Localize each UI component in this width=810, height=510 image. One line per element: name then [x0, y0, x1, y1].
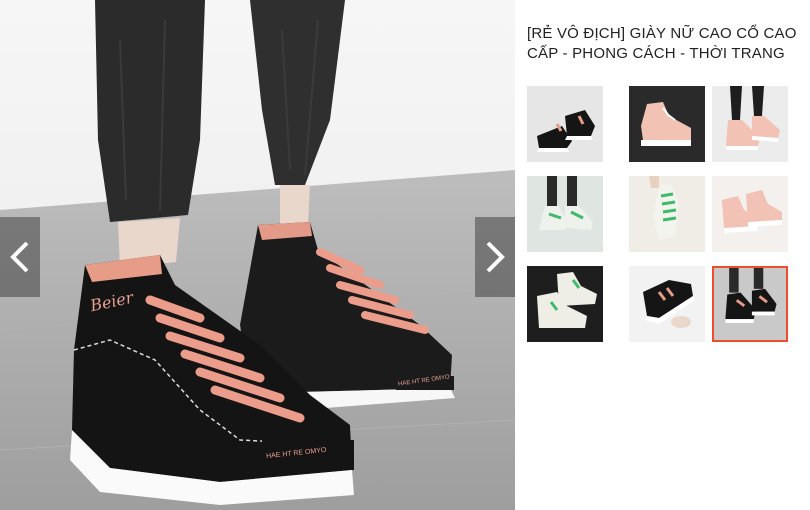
product-side-panel: [RẺ VÔ ĐỊCH] GIÀY NỮ CAO CỔ CAO CẤP - PH… [515, 0, 810, 510]
prev-image-button[interactable] [0, 217, 40, 297]
thumbnail-7[interactable] [527, 266, 603, 342]
product-title: [RẺ VÔ ĐỊCH] GIÀY NỮ CAO CỔ CAO CẤP - PH… [527, 25, 797, 62]
thumbnail-1[interactable] [527, 86, 603, 162]
thumbnail-4[interactable] [527, 176, 603, 252]
thumbnail-9[interactable] [712, 266, 788, 342]
thumbnail-8[interactable] [629, 266, 705, 342]
thumbnail-5[interactable] [629, 176, 705, 252]
chevron-left-icon [10, 241, 29, 273]
thumbnail-3[interactable] [712, 86, 788, 162]
main-image-viewer: Beier HAE HT RE OMYO HAE HT RE OMYO [0, 0, 515, 510]
main-product-image [0, 0, 515, 510]
next-image-button[interactable] [475, 217, 515, 297]
thumbnail-2[interactable] [629, 86, 705, 162]
chevron-right-icon [486, 241, 505, 273]
thumbnail-6[interactable] [712, 176, 788, 252]
